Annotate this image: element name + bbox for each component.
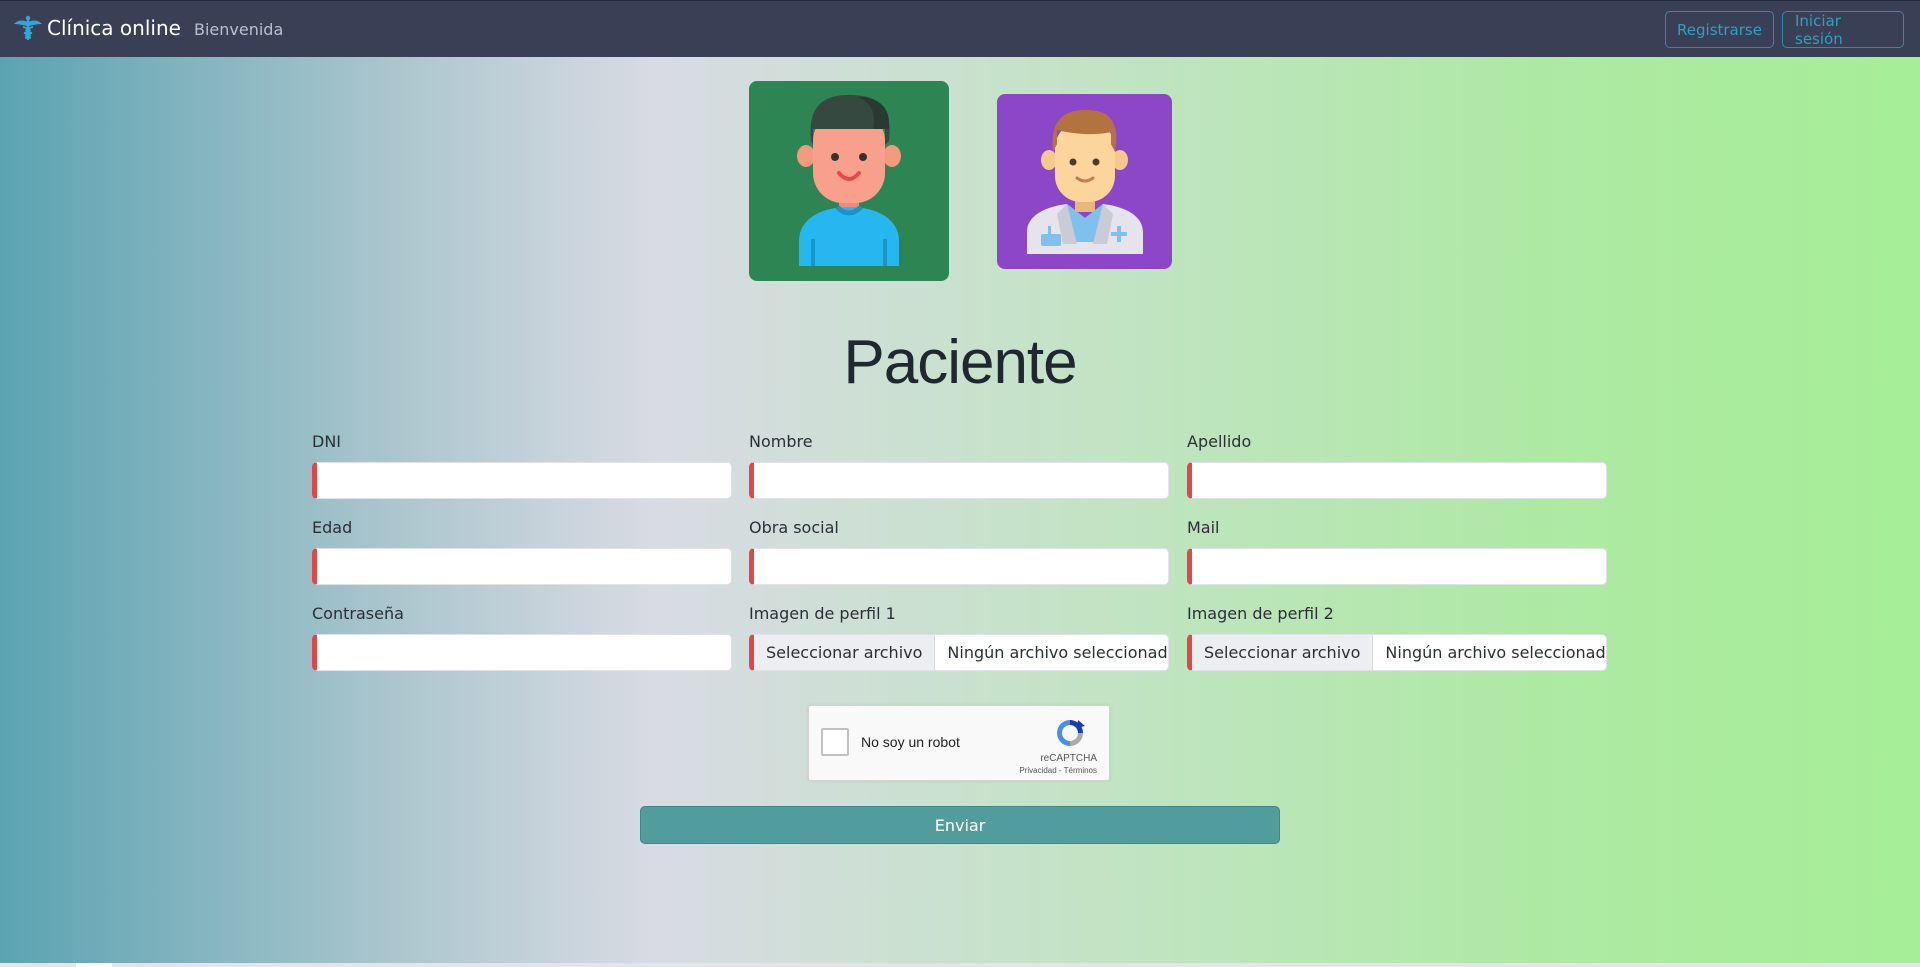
apellido-label: Apellido bbox=[1187, 432, 1252, 451]
apellido-input[interactable] bbox=[1187, 462, 1607, 499]
imagen1-file-input[interactable]: Seleccionar archivo Ningún archivo selec… bbox=[749, 634, 1169, 671]
login-button[interactable]: Iniciar sesión bbox=[1782, 11, 1904, 48]
brand-name: Clínica online bbox=[47, 16, 181, 40]
recaptcha-checkbox[interactable] bbox=[821, 728, 849, 756]
imagen2-file-input[interactable]: Seleccionar archivo Ningún archivo selec… bbox=[1187, 634, 1607, 671]
doctor-profile-option[interactable] bbox=[997, 94, 1172, 269]
recaptcha-icon bbox=[1057, 720, 1085, 746]
contrasena-input[interactable] bbox=[312, 634, 732, 671]
recaptcha-links[interactable]: Privacidad - Términos bbox=[1019, 766, 1097, 775]
recaptcha-label: No soy un robot bbox=[861, 734, 960, 750]
imagen1-status: Ningún archivo seleccionado bbox=[947, 643, 1169, 662]
recaptcha-brand: reCAPTCHA bbox=[1040, 753, 1097, 764]
imagen1-select-button[interactable]: Seleccionar archivo bbox=[754, 635, 936, 670]
mail-input[interactable] bbox=[1187, 548, 1607, 585]
patient-avatar-icon bbox=[797, 95, 901, 266]
imagen2-status: Ningún archivo seleccionado bbox=[1385, 643, 1607, 662]
brand[interactable]: Clínica online bbox=[12, 15, 181, 41]
navbar: Clínica online Bienvenida Registrarse In… bbox=[0, 0, 1920, 57]
dni-input[interactable] bbox=[312, 462, 732, 499]
caduceus-icon bbox=[14, 15, 42, 40]
imagen2-label: Imagen de perfil 2 bbox=[1187, 604, 1334, 623]
imagen2-select-button[interactable]: Seleccionar archivo bbox=[1192, 635, 1374, 670]
submit-button[interactable]: Enviar bbox=[640, 806, 1280, 844]
nombre-input[interactable] bbox=[749, 462, 1169, 499]
edad-label: Edad bbox=[312, 518, 353, 537]
imagen1-label: Imagen de perfil 1 bbox=[749, 604, 896, 623]
obra-social-input[interactable] bbox=[749, 548, 1169, 585]
contrasena-label: Contraseña bbox=[312, 604, 404, 623]
doctor-avatar-icon bbox=[1027, 110, 1143, 254]
scrollbar-thumb[interactable] bbox=[76, 963, 112, 967]
mail-label: Mail bbox=[1187, 518, 1220, 537]
obra-social-label: Obra social bbox=[749, 518, 839, 537]
edad-input[interactable] bbox=[312, 548, 732, 585]
nombre-label: Nombre bbox=[749, 432, 813, 451]
nav-link-bienvenida[interactable]: Bienvenida bbox=[194, 20, 283, 39]
page-title: Paciente bbox=[843, 328, 1077, 397]
dni-label: DNI bbox=[312, 432, 342, 451]
recaptcha-widget: No soy un robot reCAPTCHA Privacidad - T… bbox=[808, 705, 1110, 781]
horizontal-scrollbar[interactable] bbox=[0, 963, 1920, 967]
patient-profile-option[interactable] bbox=[749, 81, 949, 281]
register-button[interactable]: Registrarse bbox=[1665, 11, 1774, 48]
